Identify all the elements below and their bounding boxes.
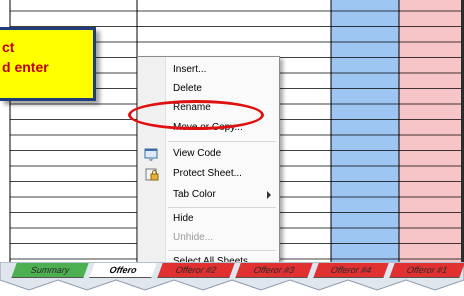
callout-line-2: d enter — [2, 59, 49, 75]
sheet-tab[interactable]: Offeror #2 — [157, 263, 235, 278]
sheet-tab[interactable]: Summary — [11, 263, 89, 278]
sheet-tab[interactable]: Offero — [89, 263, 157, 278]
view-code-icon — [144, 147, 160, 162]
menu-item-tab-color[interactable]: Tab Color — [138, 186, 279, 205]
menu-item-view-code[interactable]: View Code — [138, 145, 279, 164]
menu-separator — [168, 250, 276, 251]
menu-item-insert[interactable]: Insert... — [138, 61, 279, 80]
instruction-callout: ct d enter — [0, 27, 96, 101]
menu-item-unhide: Unhide... — [138, 229, 279, 248]
menu-item-label: Unhide... — [173, 232, 214, 243]
menu-item-delete[interactable]: Delete — [138, 80, 279, 99]
sheet-tab[interactable]: Offeror #3 — [235, 263, 313, 278]
menu-item-label: View Code — [173, 148, 222, 159]
menu-separator — [168, 207, 276, 208]
sheet-tab[interactable]: Offeror #1 — [389, 263, 464, 278]
menu-item-label: Delete — [173, 83, 202, 94]
rename-highlight-ring — [128, 100, 264, 130]
protect-sheet-icon — [144, 167, 160, 182]
callout-line-1: ct — [2, 39, 15, 55]
menu-item-label: Tab Color — [173, 189, 216, 200]
menu-item-label: Insert... — [173, 64, 207, 75]
menu-item-hide[interactable]: Hide — [138, 210, 279, 229]
menu-item-label: Hide — [173, 213, 194, 224]
menu-separator — [168, 141, 276, 142]
submenu-arrow-icon — [267, 191, 271, 199]
menu-item-protect-sheet[interactable]: Protect Sheet... — [138, 165, 279, 184]
sheet-tab[interactable]: Offeror #4 — [313, 263, 389, 278]
menu-item-label: Protect Sheet... — [173, 168, 242, 179]
sheet-tab-context-menu: Insert... Delete Rename Move or Copy... View… — [137, 56, 280, 271]
